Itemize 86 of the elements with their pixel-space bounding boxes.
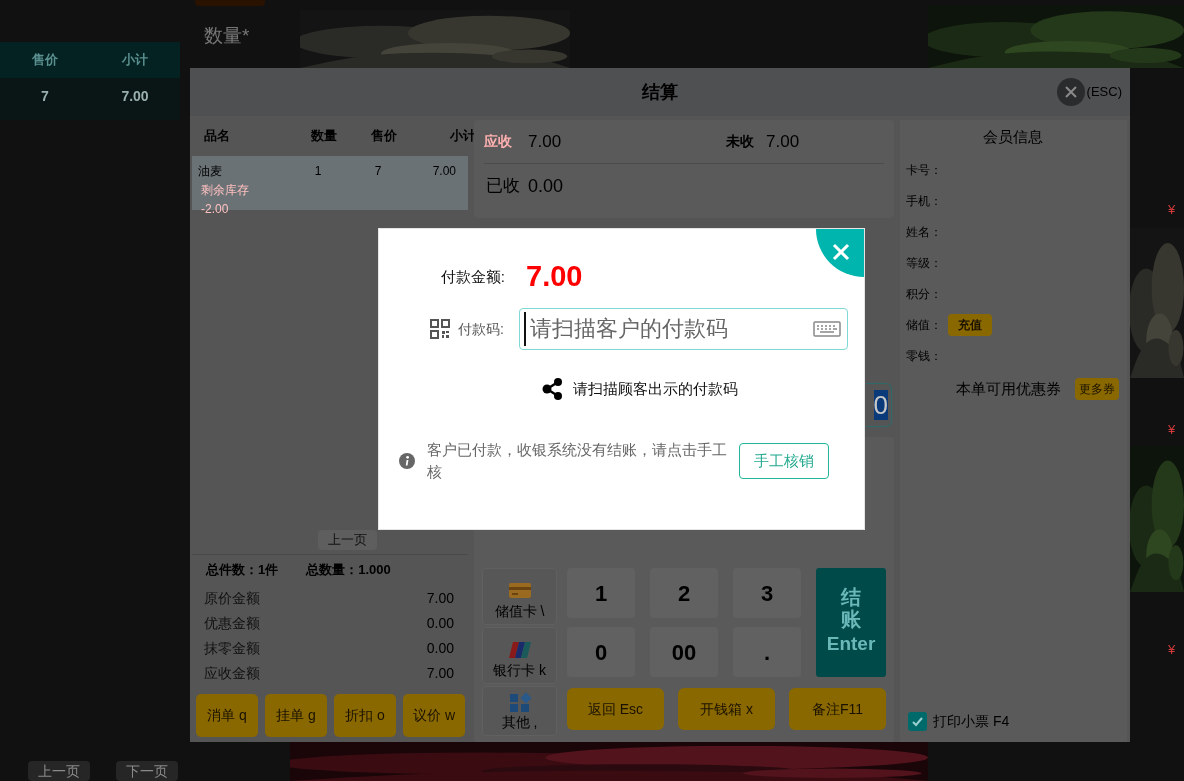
checkbox-label: 打印小票 F4 — [933, 712, 1010, 731]
payment-method-button[interactable]: 储值卡 \ — [482, 568, 557, 625]
total-text: 总件数：1件 — [206, 560, 279, 579]
amount-field[interactable]: 0 — [866, 383, 892, 427]
close-button[interactable] — [1056, 78, 1085, 106]
column-header: 小计 — [449, 127, 476, 146]
payment-code-field[interactable]: 请扫描客户的付款码 — [519, 308, 848, 350]
keypad-key[interactable]: 1 — [567, 568, 635, 618]
manual-verify-button[interactable]: 手工核销 — [739, 443, 829, 479]
receivable-value: 7.00 — [528, 130, 563, 153]
share-icon — [541, 378, 563, 400]
price-mark: ¥ — [1168, 201, 1176, 219]
column-header: 售价 — [370, 127, 398, 146]
price-mark: ¥ — [1168, 421, 1176, 439]
tab-marker — [195, 0, 265, 6]
payment-method-button[interactable]: 银行卡 k — [482, 627, 557, 684]
amount-value: 0.00 — [426, 614, 454, 633]
amount-label: 原价金额 — [204, 589, 260, 608]
close-icon — [832, 243, 850, 261]
field-label: 卡号： — [906, 161, 942, 179]
action-button[interactable]: 消单 q — [196, 694, 258, 737]
price-mark: ¥ — [1168, 641, 1176, 659]
field-label: 手机： — [906, 192, 942, 210]
panel-title: 会员信息 — [981, 126, 1044, 147]
payment-method-button[interactable]: 其他 , — [482, 686, 557, 736]
pager-button[interactable]: 下一页 — [116, 761, 178, 781]
product-name: 油麦 — [198, 163, 223, 180]
amount-value: 0.00 — [426, 639, 454, 658]
recharge-button[interactable]: 充值 — [948, 313, 992, 336]
close-icon — [1063, 85, 1078, 99]
bank-card-icon — [506, 640, 533, 660]
table-cell-text: 7.00 — [431, 163, 457, 180]
total-text: 总数量：1.000 — [306, 560, 391, 579]
column-header: 小计 — [121, 51, 149, 70]
action-button[interactable]: 备注F11 — [789, 688, 886, 730]
shortcut-hint: (ESC) — [1086, 83, 1122, 102]
info-icon — [399, 453, 415, 469]
action-button[interactable]: 返回 Esc — [567, 688, 664, 730]
table-cell-text: 1 — [313, 163, 323, 180]
action-button[interactable]: 开钱箱 x — [678, 688, 775, 730]
quantity-label: 数量* — [204, 24, 250, 48]
code-label: 付款码: — [458, 319, 504, 339]
scan-hint: 请扫描顾客出示的付款码 — [572, 378, 738, 399]
column-header: 数量 — [310, 127, 338, 146]
field-label: 零钱： — [906, 347, 942, 365]
qr-code-icon — [430, 319, 451, 339]
unpaid-value: 7.00 — [766, 130, 800, 153]
receivable-label: 应收 — [484, 132, 512, 151]
checkbox[interactable] — [908, 712, 927, 731]
stock-note: 剩余库存 — [200, 182, 250, 199]
check-icon — [911, 715, 924, 728]
column-header: 品名 — [204, 127, 231, 146]
amount-label: 优惠金额 — [204, 614, 260, 633]
keypad-key[interactable]: . — [733, 627, 801, 677]
table-cell-text: 7 — [373, 163, 383, 180]
amount-label: 应收金额 — [204, 664, 260, 683]
pager-button[interactable]: 上一页 — [28, 761, 90, 781]
payment-amount: 7.00 — [526, 259, 583, 295]
field-label: 储值： — [906, 316, 942, 334]
unpaid-label: 未收 — [726, 132, 754, 151]
table-cell-text: 7.00 — [120, 86, 150, 106]
keypad-key[interactable]: 2 — [650, 568, 718, 618]
action-button[interactable]: 议价 w — [403, 694, 465, 737]
action-button[interactable]: 折扣 o — [334, 694, 396, 737]
received-value: 0.00 — [528, 174, 564, 198]
column-header: 售价 — [31, 51, 59, 70]
field-label: 积分： — [906, 285, 942, 303]
card-icon — [506, 581, 533, 601]
amount-label: 付款金额: — [439, 266, 505, 287]
action-button[interactable]: 挂单 g — [265, 694, 327, 737]
more-coupons-button[interactable]: 更多券 — [1075, 378, 1119, 400]
keypad-key[interactable]: 0 — [567, 627, 635, 677]
amount-label: 抹零金额 — [204, 639, 260, 658]
keyboard-icon — [813, 321, 841, 337]
field-label: 等级： — [906, 254, 942, 272]
keypad-key[interactable]: 00 — [650, 627, 718, 677]
amount-value: 7.00 — [426, 589, 454, 608]
received-label: 已收 — [486, 175, 520, 198]
keypad-key[interactable]: 3 — [733, 568, 801, 618]
field-label: 姓名： — [906, 223, 942, 241]
checkout-button[interactable]: 结账 Enter — [816, 568, 886, 677]
amount-value: 7.00 — [426, 664, 454, 683]
table-cell-text: 7 — [40, 86, 50, 106]
notice-text: 客户已付款，收银系统没有结账，请点击手工核 — [427, 440, 728, 482]
coupon-label: 本单可用优惠券 — [956, 378, 1061, 399]
dialog-title: 结算 — [642, 80, 678, 104]
